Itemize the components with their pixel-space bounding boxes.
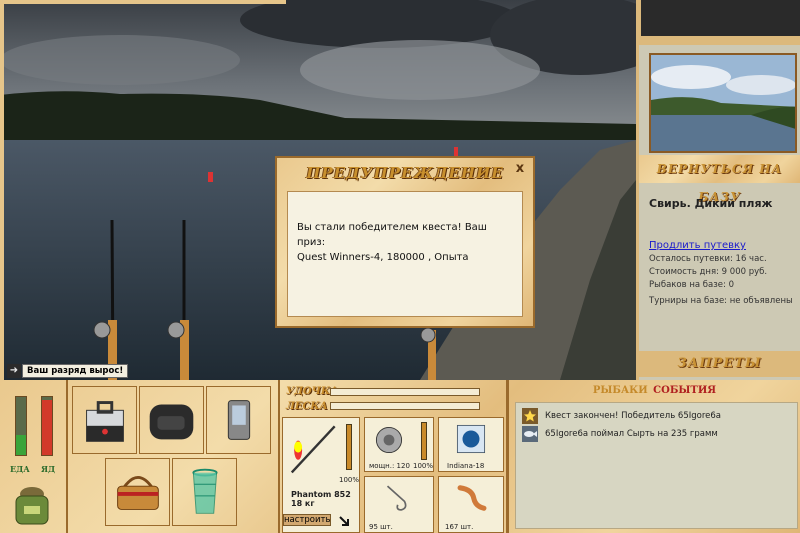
rank-notice-text: Ваш разряд вырос! [22, 364, 129, 378]
event-item: Квест закончен! Победитель 65Igore6a [522, 408, 721, 424]
bait-count: 167 шт. [445, 523, 474, 531]
rod-wear-bar [330, 388, 480, 396]
reel-icon [375, 426, 403, 454]
dialog-message-line: Quest Winners-4, 180000 , Опыта [297, 252, 469, 263]
rod-weight: 18 кг [291, 499, 315, 508]
rod-condition-meter [346, 424, 352, 470]
events-tabs: РЫБАКИ СОБЫТИЯ [509, 380, 800, 402]
bottom-panel: ЕДА ЯД УДОЧКА ЛЕСКА 100% Phantom 852 18 … [0, 380, 800, 533]
phone-icon [227, 400, 251, 440]
arrow-right-icon: ➜ [7, 364, 21, 378]
food-label: ЕДА [10, 464, 30, 474]
rank-notice[interactable]: ➜ Ваш разряд вырос! [7, 364, 129, 378]
line-slot[interactable]: Indiana-18 [438, 417, 504, 472]
inventory-slot[interactable] [105, 458, 170, 526]
poison-label: ЯД [41, 464, 56, 474]
event-text: Квест закончен! Победитель 65Igore6a [545, 411, 722, 421]
reel-power: мощн.: 120 [369, 462, 410, 470]
star-icon [522, 408, 538, 424]
adjust-tackle-button[interactable]: настроить [283, 514, 331, 526]
poison-meter [41, 396, 53, 456]
dialog-message-line: Вы стали победителем квеста! Ваш приз: [297, 222, 487, 248]
bait-bag-icon[interactable] [12, 484, 52, 526]
permit-remaining: Осталось путевки: 16 час. [649, 254, 767, 264]
hooks-count: 95 шт. [369, 523, 393, 531]
events-list: Квест закончен! Победитель 65Igore6a 65I… [515, 402, 798, 529]
inventory-panel: 1 2 3 [68, 380, 334, 533]
status-panel: ЕДА ЯД [0, 380, 68, 533]
tab-events[interactable]: СОБЫТИЯ [653, 385, 716, 396]
event-text: 65Igore6a поймал Сырть на 235 грамм [545, 429, 718, 439]
tab-fishers[interactable]: РЫБАКИ [593, 385, 648, 396]
inventory-slot[interactable] [172, 458, 237, 526]
rod-icon [290, 425, 336, 474]
day-cost: Стоимость дня: 9 000 руб. [649, 267, 768, 277]
left-frame [0, 0, 4, 380]
picnic-basket-icon [117, 476, 159, 510]
location-photo [649, 53, 797, 153]
fishing-line-icon [456, 424, 486, 454]
backpack-icon [149, 404, 194, 440]
reel-slot[interactable]: мощн.: 120 100% [364, 417, 434, 472]
food-meter [15, 396, 27, 456]
tournaments-info: Турниры на базе: не объявлены [649, 296, 793, 306]
line-wear-bar [330, 402, 480, 410]
inventory-slot[interactable] [206, 386, 271, 454]
bait-slot[interactable]: 167 шт. [438, 476, 504, 533]
fishers-count: Рыбаков на базе: 0 [649, 280, 734, 290]
event-item: 65Igore6a поймал Сырть на 235 грамм [522, 426, 718, 442]
bans-button[interactable]: ЗАПРЕТЫ [639, 351, 800, 377]
top-frame [0, 0, 286, 4]
fish-icon [522, 426, 538, 442]
location-name: Свирь. Дикий пляж [649, 197, 773, 210]
inventory-slot[interactable] [72, 386, 137, 454]
tackle-panel: УДОЧКА ЛЕСКА 100% Phantom 852 18 кг мощн… [278, 380, 506, 533]
tackle-box-icon [86, 401, 124, 442]
dialog-title: ПРЕДУПРЕЖДЕНИЕ [306, 164, 504, 182]
rod-percent: 100% [339, 476, 360, 484]
resize-arrow-icon[interactable] [338, 515, 350, 527]
reel-condition-meter [421, 422, 427, 460]
back-to-base-button[interactable]: ВЕРНУТЬСЯ НА БАЗУ [639, 155, 800, 204]
line-label: ЛЕСКА [286, 401, 328, 412]
right-top-panel [641, 0, 800, 36]
reel-percent: 100% [413, 462, 434, 470]
keepnet-icon [192, 468, 218, 514]
close-icon[interactable]: x [513, 162, 527, 176]
inventory-slot[interactable] [139, 386, 204, 454]
location-panel: ВЕРНУТЬСЯ НА БАЗУ Свирь. Дикий пляж Прод… [636, 45, 800, 380]
warning-dialog: ПРЕДУПРЕЖДЕНИЕ x Вы стали победителем кв… [275, 156, 535, 328]
events-panel: РЫБАКИ СОБЫТИЯ Квест закончен! Победител… [506, 380, 800, 533]
worm-bait-icon [457, 485, 487, 511]
dialog-message: Вы стали победителем квеста! Ваш приз: Q… [287, 191, 523, 317]
hook-slot[interactable]: 95 шт. [364, 476, 434, 533]
line-name: Indiana-18 [447, 462, 485, 470]
extend-permit-link[interactable]: Продлить путевку [649, 240, 746, 251]
hook-icon [386, 485, 407, 511]
rod-name: Phantom 852 [291, 490, 351, 499]
